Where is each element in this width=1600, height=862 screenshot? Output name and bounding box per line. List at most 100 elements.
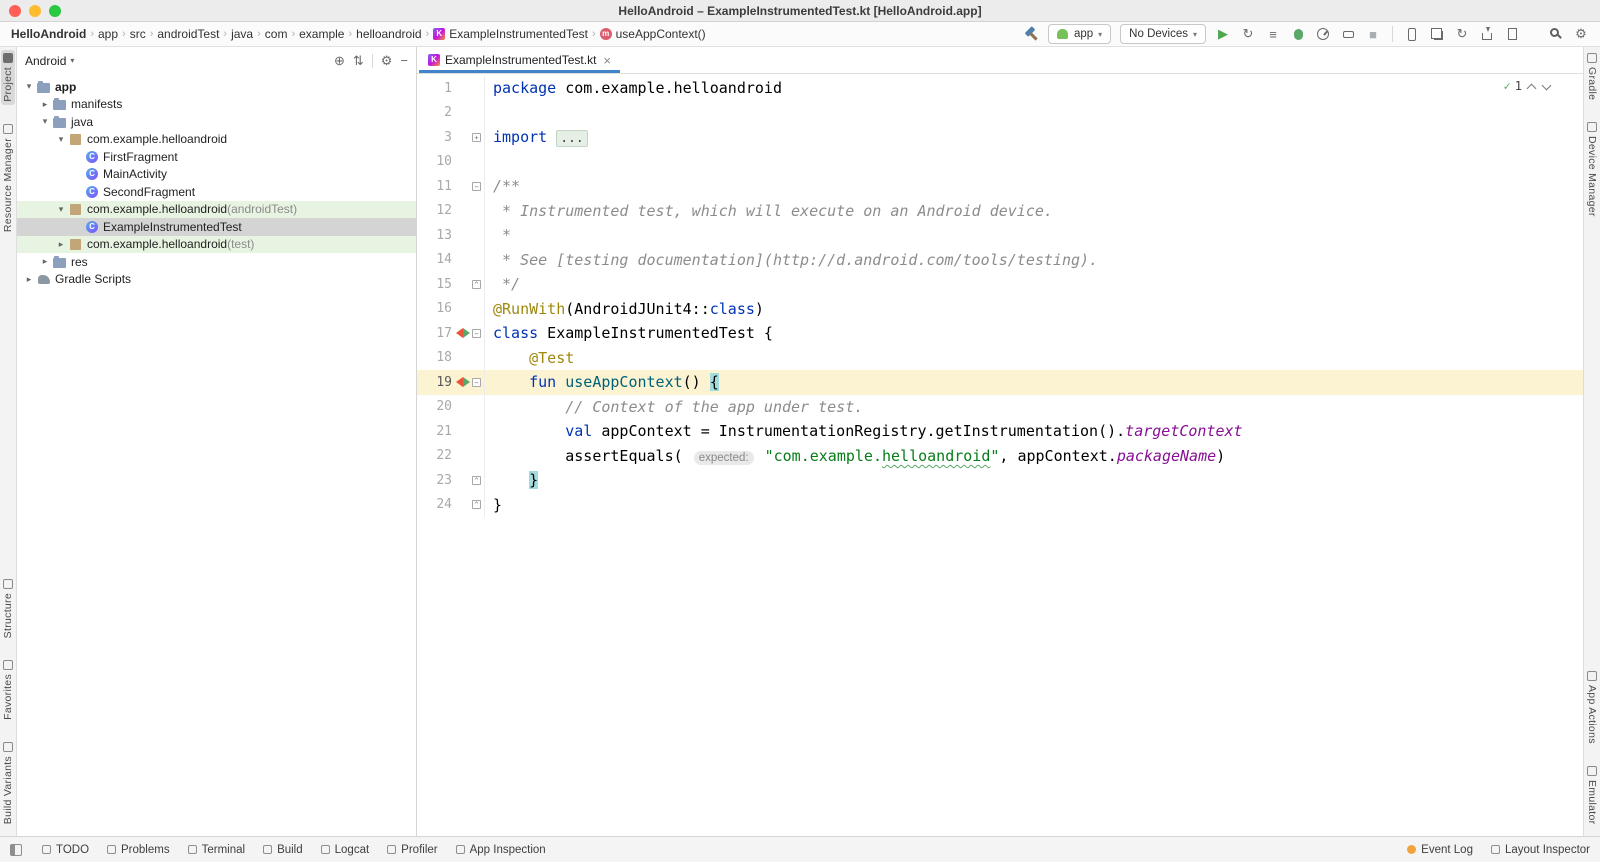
apply-code-changes-icon[interactable]: ≡ [1262, 24, 1284, 44]
tool-button-project[interactable]: Project [1, 50, 15, 105]
code-line[interactable]: 12 * Instrumented test, which will execu… [417, 198, 1583, 223]
logcat-icon[interactable] [1501, 24, 1523, 44]
fold-marker-icon[interactable]: + [472, 132, 481, 142]
breadcrumb-item[interactable]: java [228, 27, 256, 41]
code-line[interactable]: 16 @RunWith(AndroidJUnit4::class) [417, 296, 1583, 321]
breadcrumb-item[interactable]: app [95, 27, 121, 41]
code-line[interactable]: 10 [417, 149, 1583, 174]
tree-chevron-icon[interactable]: ▾ [39, 116, 51, 127]
code-line[interactable]: 23 ^ } [417, 468, 1583, 493]
code-line[interactable]: 14 * See [testing documentation](http://… [417, 247, 1583, 272]
fold-marker-icon[interactable]: ^ [472, 475, 481, 485]
statusbar-item-event-log[interactable]: Event Log [1407, 844, 1473, 856]
tree-item[interactable]: ▸ com.example.helloandroid (test) [17, 235, 416, 253]
code-line[interactable]: 18 @Test [417, 345, 1583, 370]
breadcrumb-item[interactable]: example [296, 27, 347, 41]
code-editor[interactable]: ✓ 1 1 package com.example.helloandroid 2 3 +… [417, 74, 1583, 836]
tree-item[interactable]: C MainActivity [17, 166, 416, 184]
tree-item[interactable]: C FirstFragment [17, 148, 416, 166]
fold-marker-icon[interactable]: − [472, 328, 481, 338]
tree-chevron-icon[interactable]: ▸ [23, 274, 35, 285]
tool-button-emulator[interactable]: Emulator [1585, 763, 1599, 827]
code-line[interactable]: 19 − fun useAppContext() { [417, 370, 1583, 395]
tree-chevron-icon[interactable]: ▾ [23, 81, 35, 92]
tree-chevron-icon[interactable]: ▸ [39, 256, 51, 267]
locate-file-icon[interactable]: ⊕ [334, 53, 345, 69]
statusbar-item-terminal[interactable]: Terminal [187, 844, 245, 856]
fold-marker-icon[interactable]: ^ [472, 279, 481, 289]
apply-changes-icon[interactable]: ↻ [1237, 24, 1259, 44]
code-line[interactable]: 15 ^ */ [417, 272, 1583, 297]
attach-debugger-icon[interactable] [1337, 24, 1359, 44]
code-line[interactable]: 11 − /** [417, 174, 1583, 199]
code-line[interactable]: 21 val appContext = InstrumentationRegis… [417, 419, 1583, 444]
statusbar-item-todo[interactable]: TODO [42, 844, 89, 856]
tree-chevron-icon[interactable]: ▾ [55, 204, 67, 215]
tree-chevron-icon[interactable]: ▸ [39, 99, 51, 110]
next-problem-icon[interactable] [1541, 80, 1552, 90]
tool-button-gradle[interactable]: Gradle [1585, 50, 1599, 103]
tree-item[interactable]: C SecondFragment [17, 183, 416, 201]
code-line[interactable]: 3 + import ... [417, 125, 1583, 150]
fold-marker-icon[interactable]: ^ [472, 500, 481, 510]
run-test-icon[interactable] [456, 377, 470, 388]
inspection-widget[interactable]: ✓ 1 [1498, 77, 1557, 95]
code-line[interactable]: 24 ^} [417, 492, 1583, 517]
minimize-window-button[interactable] [29, 5, 41, 17]
sync-gradle-icon[interactable]: ↻ [1451, 24, 1473, 44]
code-line[interactable]: 1 package com.example.helloandroid [417, 76, 1583, 101]
tree-item[interactable]: ▾ com.example.helloandroid (androidTest) [17, 200, 416, 218]
fold-marker-icon[interactable]: − [472, 377, 481, 387]
code-line[interactable]: 13 * [417, 223, 1583, 248]
stop-icon[interactable]: ■ [1362, 24, 1384, 44]
run-test-icon[interactable] [456, 328, 470, 339]
device-manager-icon[interactable] [1401, 24, 1423, 44]
tree-item[interactable]: ▸ res [17, 253, 416, 271]
sdk-manager-icon[interactable] [1476, 24, 1498, 44]
project-view-selector[interactable]: Android ▾ [25, 54, 74, 68]
hide-panel-icon[interactable]: − [400, 53, 408, 68]
breadcrumb-item[interactable]: src [127, 27, 149, 41]
project-options-icon[interactable]: ⚙ [381, 53, 393, 69]
tool-button-structure[interactable]: Structure [1, 576, 15, 641]
tree-item[interactable]: ▸ manifests [17, 96, 416, 114]
tree-item[interactable]: ▾ app [17, 78, 416, 96]
code-line[interactable]: 2 [417, 100, 1583, 125]
editor-tab[interactable]: K ExampleInstrumentedTest.kt × [419, 47, 620, 73]
breadcrumb-item[interactable]: androidTest [154, 27, 222, 41]
fold-marker-icon[interactable]: − [472, 181, 481, 191]
code-line[interactable]: 20 // Context of the app under test. [417, 394, 1583, 419]
toolwindow-toggle-icon[interactable] [10, 843, 22, 856]
tree-chevron-icon[interactable]: ▾ [55, 134, 67, 145]
breadcrumb-item[interactable]: K ExampleInstrumentedTest [430, 27, 591, 41]
breadcrumb-item[interactable]: HelloAndroid [8, 27, 89, 41]
tool-button-resource-manager[interactable]: Resource Manager [1, 121, 15, 235]
statusbar-item-problems[interactable]: Problems [107, 844, 170, 856]
settings-gear-icon[interactable]: ⚙ [1570, 24, 1592, 44]
breadcrumb-item[interactable]: helloandroid [353, 27, 424, 41]
tree-item[interactable]: ▾ com.example.helloandroid [17, 131, 416, 149]
tree-chevron-icon[interactable]: ▸ [55, 239, 67, 250]
statusbar-item-build[interactable]: Build [263, 844, 303, 856]
device-selector[interactable]: No Devices ▾ [1120, 24, 1206, 44]
tree-item[interactable]: C ExampleInstrumentedTest [17, 218, 416, 236]
close-tab-icon[interactable]: × [603, 53, 611, 68]
statusbar-item-layout-inspector[interactable]: Layout Inspector [1490, 844, 1590, 856]
run-config-selector[interactable]: app ▾ [1047, 24, 1112, 44]
breadcrumb-item[interactable]: com [262, 27, 291, 41]
code-line[interactable]: 22 assertEquals( expected: "com.example.… [417, 443, 1583, 468]
search-everywhere-icon[interactable] [1545, 24, 1567, 44]
expand-collapse-icon[interactable]: ⇅ [353, 53, 364, 69]
debug-icon[interactable] [1287, 24, 1309, 44]
tool-button-build-variants[interactable]: Build Variants [1, 739, 15, 827]
statusbar-item-logcat[interactable]: Logcat [320, 844, 369, 856]
code-line[interactable]: 17 − class ExampleInstrumentedTest { [417, 321, 1583, 346]
tool-button-favorites[interactable]: Favorites [1, 657, 15, 723]
statusbar-item-profiler[interactable]: Profiler [387, 844, 438, 856]
tree-item[interactable]: ▸ Gradle Scripts [17, 271, 416, 289]
tree-item[interactable]: ▾ java [17, 113, 416, 131]
tool-button-device-manager[interactable]: Device Manager [1585, 119, 1599, 220]
tool-button-app-actions[interactable]: App Actions [1585, 668, 1599, 747]
run-icon[interactable]: ▶ [1212, 24, 1234, 44]
profile-icon[interactable] [1312, 24, 1334, 44]
